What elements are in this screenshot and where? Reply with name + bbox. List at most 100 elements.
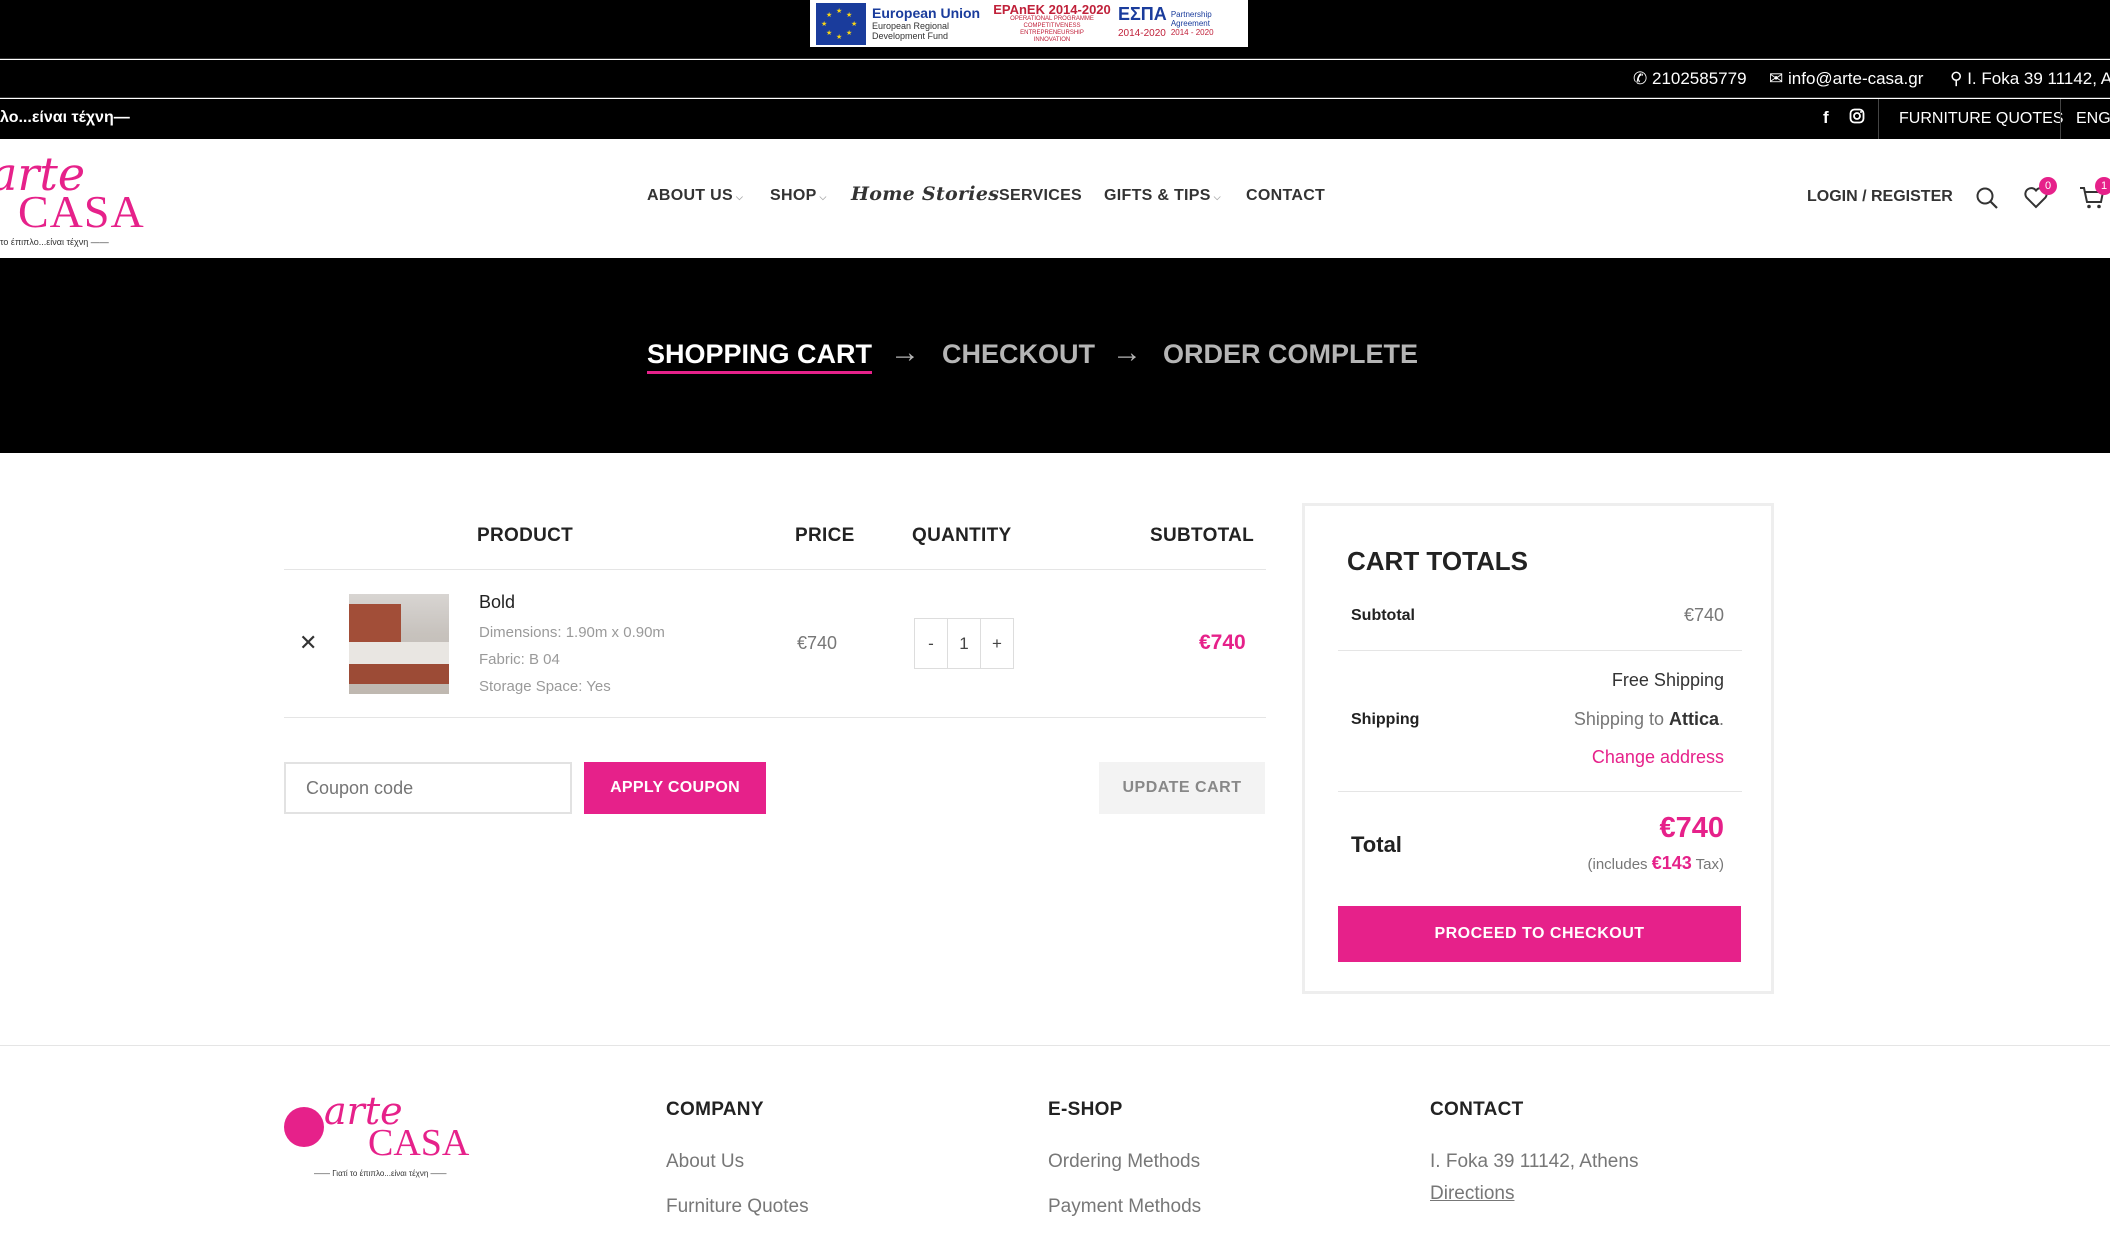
total-value: €740	[1659, 812, 1724, 844]
shipping-destination: Shipping to Attica.	[1574, 709, 1724, 730]
product-dimensions: Dimensions: 1.90m x 0.90m	[479, 624, 665, 641]
phone-number: 2102585779	[1651, 69, 1747, 88]
phone-contact[interactable]: ✆ 2102585779	[1633, 69, 1747, 89]
search-icon[interactable]	[1972, 183, 2002, 213]
tax-value: €143	[1651, 853, 1692, 873]
footer-link-payment-methods[interactable]: Payment Methods	[1048, 1196, 1201, 1218]
logo-casa-text: CASA	[18, 186, 145, 237]
table-divider	[284, 717, 1266, 718]
shipping-prefix: Shipping to	[1573, 709, 1669, 729]
espa-logo: ΕΣΠΑ 2014-2020 Partnership Agreement 2014 …	[1118, 2, 1243, 45]
shipping-label: Shipping	[1351, 711, 1420, 728]
chevron-down-icon: ⌵	[735, 192, 744, 202]
wishlist-heart-icon[interactable]: 0	[2021, 177, 2057, 213]
nav-contact[interactable]: CONTACT	[1246, 187, 1325, 205]
footer-link-furniture-quotes[interactable]: Furniture Quotes	[666, 1196, 809, 1218]
shipping-region: Attica	[1668, 709, 1719, 729]
footer-logo-slogan: —— Γιατί το έπιπλο...είναι τέχνη ——	[314, 1169, 447, 1178]
product-storage: Storage Space: Yes	[479, 678, 611, 695]
footer-link-ordering-methods[interactable]: Ordering Methods	[1048, 1151, 1200, 1173]
chevron-down-icon: ⌵	[1213, 192, 1221, 202]
site-logo[interactable]: arte CASA το έπιπλο...είναι τέχνη ——	[0, 147, 160, 247]
tax-note: (includes €143 Tax)	[1588, 853, 1724, 874]
item-subtotal: €740	[1199, 631, 1246, 654]
column-header-product: PRODUCT	[477, 525, 574, 546]
footer-link-about-us[interactable]: About Us	[666, 1151, 744, 1173]
phone-icon: ✆	[1633, 69, 1648, 88]
map-pin-icon: ⚲	[1950, 69, 1963, 88]
facebook-icon[interactable]: f	[1823, 108, 1829, 128]
tax-prefix: (includes	[1587, 856, 1652, 873]
contact-bar: ✆ 2102585779 ✉ info@arte-casa.gr ⚲ I. Fo…	[0, 60, 2110, 98]
nav-about-us[interactable]: ABOUT US ⌵	[647, 187, 743, 205]
table-divider	[284, 569, 1266, 570]
top-nav-bar: λο...είναι τέχνη— f FURNITURE QUOTES ENG…	[0, 99, 2110, 139]
footer-logo-casa: CASA	[368, 1122, 470, 1164]
mail-icon: ✉	[1769, 69, 1784, 88]
email-contact[interactable]: ✉ info@arte-casa.gr	[1769, 69, 1923, 89]
column-header-subtotal: SUBTOTAL	[1150, 525, 1255, 546]
remove-item-icon[interactable]: ✕	[299, 630, 317, 656]
nav-label: GIFTS & TIPS	[1104, 187, 1211, 204]
arrow-right-icon: →	[890, 336, 920, 369]
cart-count-badge: 1	[2095, 177, 2110, 195]
instagram-icon[interactable]	[1849, 108, 1865, 129]
footer-contact-heading: CONTACT	[1430, 1099, 1524, 1120]
change-address-link[interactable]: Change address	[1592, 747, 1724, 768]
step-shopping-cart[interactable]: SHOPPING CART	[647, 339, 873, 374]
subtotal-value: €740	[1683, 605, 1724, 625]
divider	[2060, 99, 2061, 139]
coupon-code-input[interactable]	[284, 762, 572, 814]
footer-divider	[0, 1045, 2110, 1046]
product-fabric: Fabric: B 04	[479, 651, 560, 668]
footer-logo[interactable]: arte CASA —— Γιατί το έπιπλο...είναι τέχ…	[284, 1089, 484, 1185]
chevron-down-icon: ⌵	[819, 192, 827, 202]
divider	[1878, 99, 1879, 139]
column-header-quantity: QUANTITY	[912, 525, 1012, 546]
arrow-right-icon: →	[1112, 336, 1142, 369]
eu-funding-bar: ★ ★ ★ ★ ★ ★ ★ ★ European Union European Regio…	[0, 0, 2110, 59]
decrease-quantity-button[interactable]: -	[915, 619, 948, 668]
login-register-link[interactable]: LOGIN / REGISTER	[1807, 188, 1953, 206]
column-header-price: PRICE	[795, 525, 855, 546]
furniture-quotes-link[interactable]: FURNITURE QUOTES	[1899, 110, 2063, 128]
tagline: λο...είναι τέχνη—	[0, 109, 130, 126]
nav-label: SHOP	[770, 187, 817, 204]
chair-icon	[284, 1107, 324, 1147]
product-name-link[interactable]: Bold	[479, 592, 515, 613]
eu-funding-banner[interactable]: ★ ★ ★ ★ ★ ★ ★ ★ European Union European Regio…	[810, 0, 1248, 47]
footer-address: I. Foka 39 11142, Athens	[1430, 1151, 1639, 1172]
divider	[1338, 791, 1742, 792]
shipping-suffix: .	[1718, 709, 1724, 729]
main-header: arte CASA το έπιπλο...είναι τέχνη —— ABO…	[0, 139, 2110, 258]
epanek-logo: EPAnEK 2014-2020 OPERATIONAL PROGRAMME C…	[993, 1, 1111, 43]
nav-services[interactable]: SERVICES	[999, 187, 1082, 205]
nav-gifts-tips[interactable]: GIFTS & TIPS ⌵	[1104, 187, 1221, 205]
quantity-stepper: - 1 +	[914, 618, 1014, 669]
divider	[1338, 650, 1742, 651]
email-address: info@arte-casa.gr	[1787, 69, 1924, 88]
product-thumbnail[interactable]	[349, 594, 449, 694]
proceed-to-checkout-button[interactable]: PROCEED TO CHECKOUT	[1338, 906, 1741, 962]
apply-coupon-button[interactable]: APPLY COUPON	[584, 762, 766, 814]
step-order-complete: ORDER COMPLETE	[1163, 339, 1419, 369]
subtotal-label: Subtotal	[1351, 607, 1415, 624]
cart-totals-panel: CART TOTALS Subtotal €740 Shipping Free …	[1302, 503, 1774, 994]
nav-label: ABOUT US	[647, 187, 733, 204]
address-contact[interactable]: ⚲ I. Foka 39 11142, A	[1950, 69, 2110, 89]
footer-directions-link[interactable]: Directions	[1430, 1183, 1514, 1205]
nav-shop[interactable]: SHOP ⌵	[770, 187, 827, 205]
address-text: I. Foka 39 11142, A	[1967, 69, 2110, 88]
update-cart-button[interactable]: UPDATE CART	[1099, 762, 1265, 814]
footer-company-heading: COMPANY	[666, 1099, 764, 1120]
total-label: Total	[1351, 832, 1402, 857]
shipping-method: Free Shipping	[1611, 670, 1724, 690]
language-switcher[interactable]: ENGL	[2076, 110, 2110, 128]
nav-home-stories[interactable]: Home Stories	[851, 183, 999, 205]
step-checkout[interactable]: CHECKOUT	[942, 339, 1095, 370]
cart-icon[interactable]: 1	[2077, 177, 2110, 213]
cart-totals-title: CART TOTALS	[1347, 546, 1529, 576]
eu-text: European Union European Regional Develop…	[872, 5, 981, 42]
quantity-input[interactable]: 1	[948, 619, 981, 668]
increase-quantity-button[interactable]: +	[981, 619, 1013, 668]
